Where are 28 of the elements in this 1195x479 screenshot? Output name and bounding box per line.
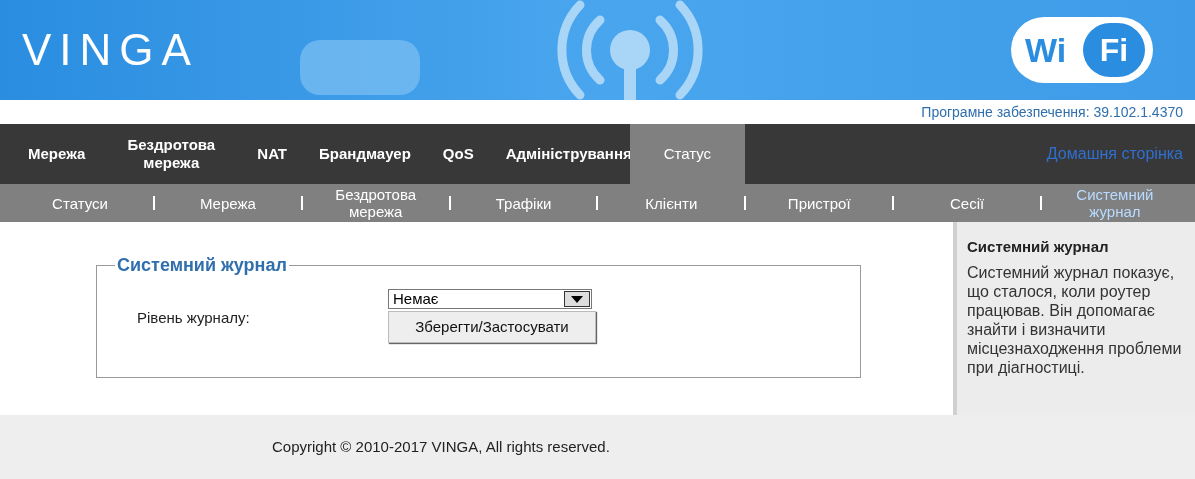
firmware-version: Програмне забезпечення: 39.102.1.4370 xyxy=(921,102,1183,122)
subnav-link[interactable]: Системний журнал xyxy=(1054,186,1175,220)
nav-tab[interactable]: QoS xyxy=(426,124,490,184)
brand-logo: VINGA xyxy=(22,28,199,72)
subnav-link[interactable]: Пристрої xyxy=(759,194,880,212)
subnav-link[interactable]: Статуси xyxy=(20,194,140,212)
nav-tab[interactable]: NAT xyxy=(241,124,304,184)
subnav-link[interactable]: Мережа xyxy=(167,194,288,212)
help-text: Системний журнал показує, що сталося, коли роутер працював. Він допомагає знайти і визначити місцезнаходження проблеми при діагностиці. xyxy=(967,262,1183,377)
nav-tab[interactable]: Мережа xyxy=(12,124,102,184)
save-apply-button[interactable]: Зберегти/Застосувати xyxy=(388,311,596,343)
badge-text: Fi xyxy=(1083,23,1145,77)
home-link[interactable]: Домашня сторінка xyxy=(1046,142,1195,166)
log-level-dropdown[interactable]: Немає xyxy=(388,289,592,309)
nav-tab[interactable]: Бездротова мережа xyxy=(101,124,242,184)
help-title: Системний журнал xyxy=(967,237,1110,257)
nav-tab[interactable]: Адміністрування xyxy=(489,124,630,184)
subnav-link[interactable]: Бездротова мережа xyxy=(315,186,436,220)
copyright-text: Copyright © 2010-2017 VINGA, All rights reserved. xyxy=(272,436,610,457)
dropdown-caret-icon xyxy=(564,291,590,307)
nav-tab[interactable]: Брандмауер xyxy=(303,124,427,184)
subnav-link[interactable]: Трафіки xyxy=(463,194,584,212)
field-label: Рівень журналу: xyxy=(136,308,251,328)
badge-text: Wi xyxy=(1024,29,1067,71)
nav-tab[interactable]: Статус xyxy=(629,124,746,184)
subnav-link[interactable]: Клієнти xyxy=(611,194,732,212)
panel-title: Системний журнал xyxy=(116,254,288,277)
subnav-link[interactable]: Сесії xyxy=(907,194,1028,212)
